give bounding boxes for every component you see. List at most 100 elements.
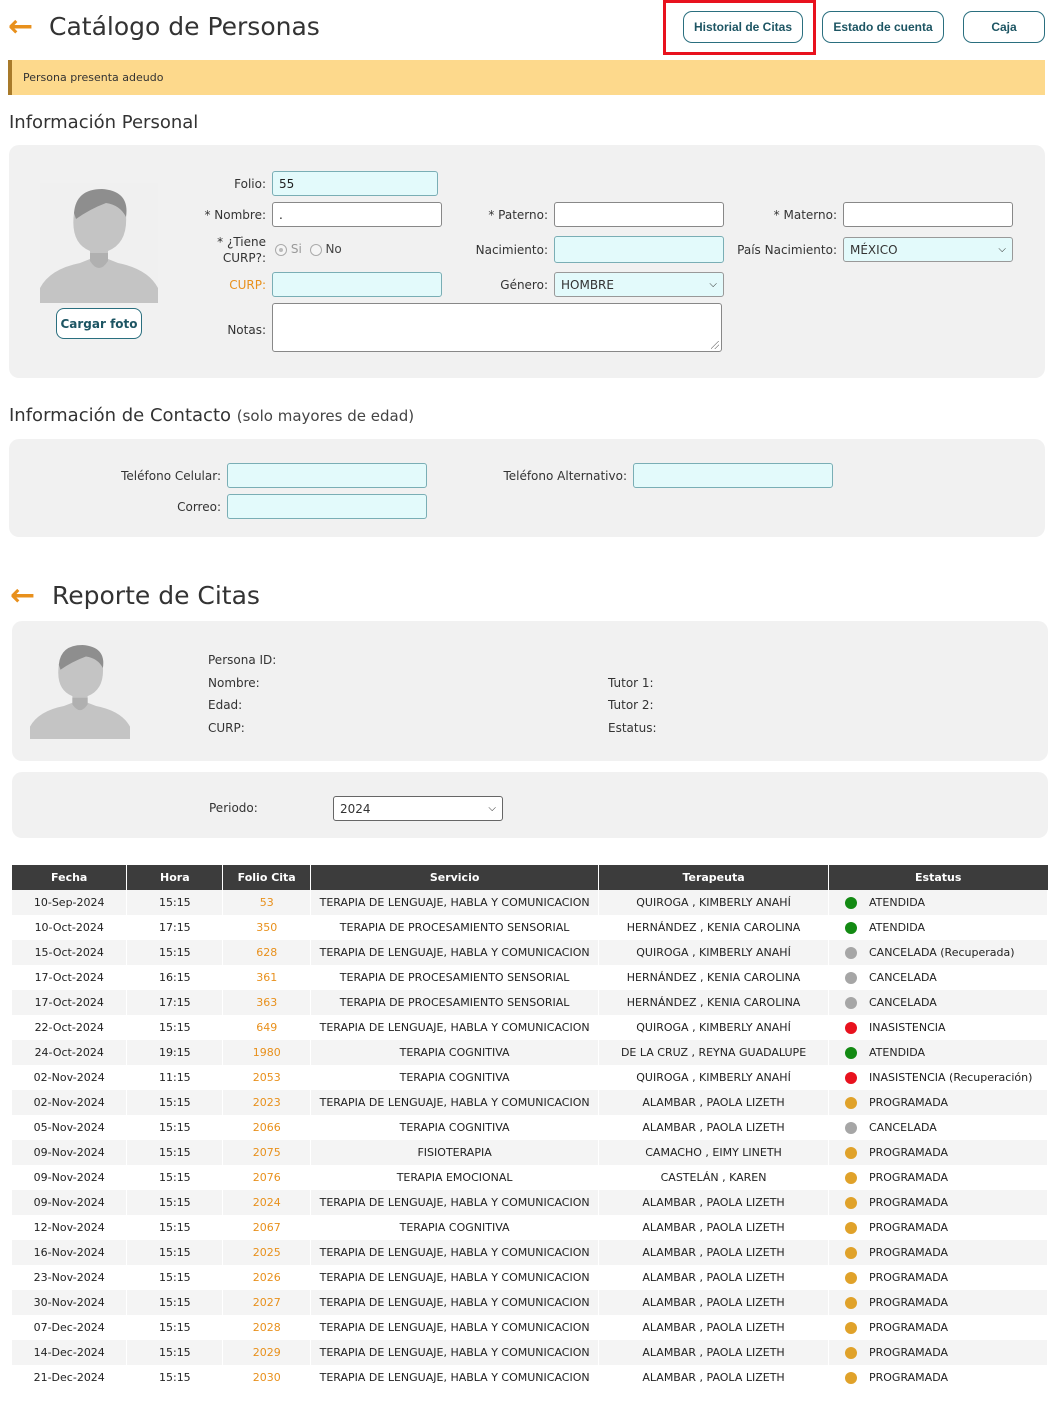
notas-textarea[interactable]	[272, 303, 722, 352]
curp-field[interactable]	[272, 272, 442, 297]
estatus-cell: PROGRAMADA	[828, 1165, 1048, 1190]
folio-cita-link[interactable]: 2067	[222, 1215, 312, 1240]
table-row[interactable]: 12-Nov-2024 15:15 2067 TERAPIA COGNITIVA ALA…	[12, 1215, 1048, 1240]
servicio-cell: TERAPIA DE PROCESAMIENTO SENSORIAL	[310, 990, 600, 1015]
estatus-text: ATENDIDA	[869, 896, 926, 909]
caja-button[interactable]: Caja	[963, 11, 1045, 43]
table-row[interactable]: 09-Nov-2024 15:15 2076 TERAPIA EMOCIONAL CAS…	[12, 1165, 1048, 1190]
estatus-text: CANCELADA	[869, 971, 937, 984]
fecha-cell: 15-Oct-2024	[12, 940, 128, 965]
hora-cell: 15:15	[126, 1140, 224, 1165]
folio-field[interactable]: 55	[272, 171, 438, 196]
avatar	[40, 183, 158, 303]
folio-cita-link[interactable]: 2066	[222, 1115, 312, 1140]
table-row[interactable]: 24-Oct-2024 19:15 1980 TERAPIA COGNITIVA DE …	[12, 1040, 1048, 1065]
table-row[interactable]: 21-Dec-2024 15:15 2030 TERAPIA DE LENGUAJE,…	[12, 1365, 1048, 1390]
back-arrow-icon[interactable]: ←	[10, 581, 35, 611]
periodo-select[interactable]: 2024 ⌵	[333, 796, 503, 821]
table-row[interactable]: 07-Dec-2024 15:15 2028 TERAPIA DE LENGUAJE,…	[12, 1315, 1048, 1340]
fecha-cell: 05-Nov-2024	[12, 1115, 128, 1140]
table-row[interactable]: 22-Oct-2024 15:15 649 TERAPIA DE LENGUAJE, …	[12, 1015, 1048, 1040]
table-row[interactable]: 17-Oct-2024 16:15 361 TERAPIA DE PROCESAMIE…	[12, 965, 1048, 990]
status-dot-icon	[845, 947, 857, 959]
table-row[interactable]: 16-Nov-2024 15:15 2025 TERAPIA DE LENGUAJE,…	[12, 1240, 1048, 1265]
materno-field[interactable]	[843, 202, 1013, 227]
terapeuta-cell: ALAMBAR , PAOLA LIZETH	[598, 1315, 829, 1340]
fecha-cell: 30-Nov-2024	[12, 1290, 128, 1315]
table-row[interactable]: 09-Nov-2024 15:15 2075 FISIOTERAPIA CAMACHO …	[12, 1140, 1048, 1165]
nombre-field[interactable]: .	[272, 202, 442, 227]
table-row[interactable]: 15-Oct-2024 15:15 628 TERAPIA DE LENGUAJE, …	[12, 940, 1048, 965]
folio-cita-link[interactable]: 2075	[222, 1140, 312, 1165]
folio-cita-link[interactable]: 2029	[222, 1340, 312, 1365]
terapeuta-cell: ALAMBAR , PAOLA LIZETH	[598, 1365, 829, 1390]
estatus-cell: PROGRAMADA	[828, 1240, 1048, 1265]
telefono-alternativo-field[interactable]	[633, 463, 833, 488]
folio-cita-link[interactable]: 2027	[222, 1290, 312, 1315]
status-dot-icon	[845, 1222, 857, 1234]
no-radio[interactable]	[309, 243, 322, 256]
paterno-field[interactable]	[554, 202, 724, 227]
historial-citas-button[interactable]: Historial de Citas	[683, 11, 803, 43]
terapeuta-cell: ALAMBAR , PAOLA LIZETH	[598, 1265, 829, 1290]
telefono-celular-field[interactable]	[227, 463, 427, 488]
header-estatus[interactable]: Estatus	[828, 865, 1048, 890]
citas-table: Fecha Hora Folio Cita Servicio Terapeuta…	[12, 865, 1048, 1390]
resize-grip-icon[interactable]	[711, 341, 719, 349]
table-row[interactable]: 02-Nov-2024 11:15 2053 TERAPIA COGNITIVA QUI…	[12, 1065, 1048, 1090]
pais-nacimiento-select[interactable]: MÉXICO ⌵	[843, 237, 1013, 262]
status-dot-icon	[845, 1122, 857, 1134]
estado-cuenta-button[interactable]: Estado de cuenta	[822, 11, 944, 43]
folio-cita-link[interactable]: 2030	[222, 1365, 312, 1390]
header-folio-cita[interactable]: Folio Cita	[222, 865, 312, 890]
folio-cita-link[interactable]: 2053	[222, 1065, 312, 1090]
table-row[interactable]: 23-Nov-2024 15:15 2026 TERAPIA DE LENGUAJE,…	[12, 1265, 1048, 1290]
fecha-cell: 17-Oct-2024	[12, 990, 128, 1015]
estatus-text: CANCELADA (Recuperada)	[869, 946, 1015, 959]
folio-cita-link[interactable]: 53	[222, 890, 312, 915]
table-row[interactable]: 02-Nov-2024 15:15 2023 TERAPIA DE LENGUAJE,…	[12, 1090, 1048, 1115]
folio-cita-link[interactable]: 2024	[222, 1190, 312, 1215]
table-row[interactable]: 10-Sep-2024 15:15 53 TERAPIA DE LENGUAJE, H…	[12, 890, 1048, 915]
folio-cita-link[interactable]: 649	[222, 1015, 312, 1040]
table-row[interactable]: 17-Oct-2024 17:15 363 TERAPIA DE PROCESAMIE…	[12, 990, 1048, 1015]
estatus-cell: PROGRAMADA	[828, 1215, 1048, 1240]
genero-select[interactable]: HOMBRE ⌵	[554, 272, 724, 297]
table-row[interactable]: 05-Nov-2024 15:15 2066 TERAPIA COGNITIVA ALA…	[12, 1115, 1048, 1140]
folio-cita-link[interactable]: 2023	[222, 1090, 312, 1115]
servicio-cell: TERAPIA COGNITIVA	[310, 1115, 600, 1140]
si-radio[interactable]	[275, 243, 287, 256]
reporte-title: Reporte de Citas	[52, 581, 260, 610]
folio-cita-link[interactable]: 363	[222, 990, 312, 1015]
servicio-cell: TERAPIA DE LENGUAJE, HABLA Y COMUNICACIO…	[310, 1090, 600, 1115]
servicio-cell: TERAPIA COGNITIVA	[310, 1040, 600, 1065]
header-servicio[interactable]: Servicio	[310, 865, 600, 890]
table-row[interactable]: 10-Oct-2024 17:15 350 TERAPIA DE PROCESAMIE…	[12, 915, 1048, 940]
table-row[interactable]: 30-Nov-2024 15:15 2027 TERAPIA DE LENGUAJE,…	[12, 1290, 1048, 1315]
cargar-foto-button[interactable]: Cargar foto	[56, 308, 142, 339]
status-dot-icon	[845, 1172, 857, 1184]
back-arrow-icon[interactable]: ←	[8, 12, 33, 42]
folio-cita-link[interactable]: 2076	[222, 1165, 312, 1190]
terapeuta-cell: QUIROGA , KIMBERLY ANAHÍ	[598, 940, 829, 965]
header-fecha[interactable]: Fecha	[12, 865, 128, 890]
nacimiento-field[interactable]	[554, 236, 724, 263]
folio-cita-link[interactable]: 628	[222, 940, 312, 965]
folio-cita-link[interactable]: 2026	[222, 1265, 312, 1290]
folio-cita-link[interactable]: 350	[222, 915, 312, 940]
telefono-alternativo-label: Teléfono Alternativo:	[503, 469, 627, 483]
table-row[interactable]: 14-Dec-2024 15:15 2029 TERAPIA DE LENGUAJE,…	[12, 1340, 1048, 1365]
folio-cita-link[interactable]: 1980	[222, 1040, 312, 1065]
estatus-text: PROGRAMADA	[869, 1146, 948, 1159]
folio-cita-link[interactable]: 2028	[222, 1315, 312, 1340]
folio-cita-link[interactable]: 361	[222, 965, 312, 990]
header-terapeuta[interactable]: Terapeuta	[598, 865, 829, 890]
folio-label: Folio:	[234, 177, 266, 191]
status-dot-icon	[845, 1372, 857, 1384]
correo-field[interactable]	[227, 494, 427, 519]
estatus-cell: CANCELADA	[828, 965, 1048, 990]
header-hora[interactable]: Hora	[126, 865, 224, 890]
table-row[interactable]: 09-Nov-2024 15:15 2024 TERAPIA DE LENGUAJE,…	[12, 1190, 1048, 1215]
hora-cell: 15:15	[126, 1215, 224, 1240]
folio-cita-link[interactable]: 2025	[222, 1240, 312, 1265]
